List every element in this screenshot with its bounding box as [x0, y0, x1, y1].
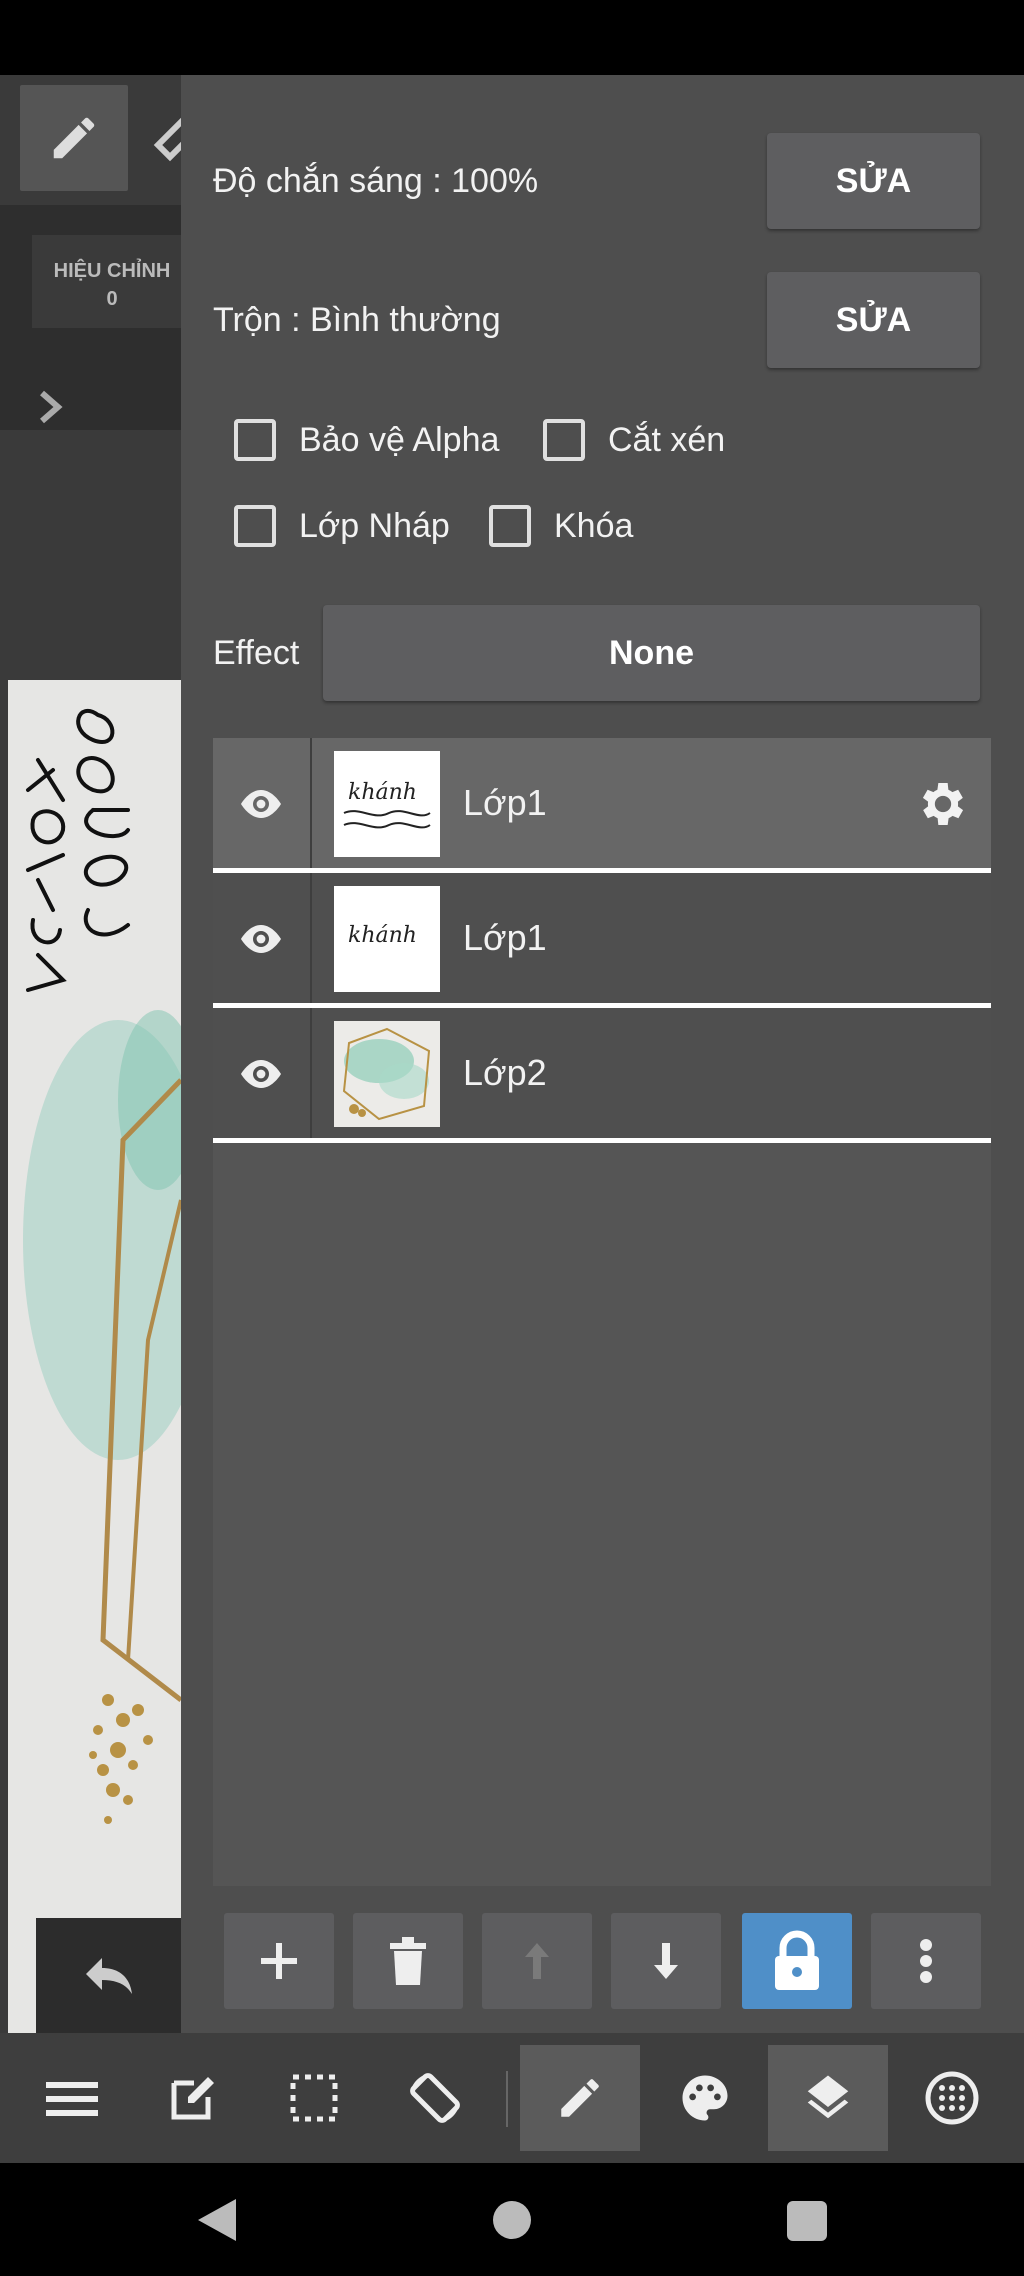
layer-name: Lớp1 [463, 917, 547, 958]
layer-thumbnail: khánh [334, 751, 440, 857]
rotate-icon [410, 2073, 460, 2123]
move-layer-up-button[interactable] [482, 1913, 592, 2009]
arrow-up-icon [525, 1943, 549, 1979]
lock-icon [775, 1930, 819, 1990]
material-icon [925, 2071, 979, 2125]
pen-button[interactable] [520, 2045, 640, 2151]
layer-separator [310, 738, 312, 870]
adjust-label: HIỆU CHỈNH [53, 260, 171, 282]
layers-icon [807, 2075, 849, 2119]
alpha-protect-label: Bảo vệ Alpha [299, 421, 500, 459]
chevron-right-icon[interactable] [36, 387, 64, 437]
color-palette-button[interactable] [645, 2033, 765, 2163]
rotate-canvas-button[interactable] [375, 2033, 495, 2163]
lock-checkbox[interactable] [489, 505, 531, 547]
clipping-label: Cắt xén [608, 421, 726, 459]
bottom-toolbar [0, 2033, 1024, 2163]
opacity-label: Độ chắn sáng : 100% [213, 162, 539, 200]
add-icon [261, 1943, 297, 1979]
toolbar-divider [506, 2071, 508, 2127]
edit-icon [171, 2077, 214, 2120]
pencil-icon [53, 117, 95, 159]
layer-row[interactable]: khánh Lớp1 [213, 873, 991, 1005]
home-icon[interactable] [492, 2200, 532, 2240]
layer-separator [310, 1008, 312, 1140]
arrow-down-icon [654, 1943, 678, 1979]
layer-thumbnail: khánh [334, 886, 440, 992]
alpha-protect-checkbox[interactable] [234, 419, 276, 461]
trash-icon [390, 1937, 426, 1985]
layer-name: Lớp1 [463, 782, 547, 823]
more-vertical-icon [920, 1939, 932, 1983]
clipping-checkbox[interactable] [543, 419, 585, 461]
opacity-edit-button[interactable]: SỬA [767, 133, 980, 229]
adjust-value: 0 [106, 288, 118, 310]
draft-layer-label: Lớp Nháp [299, 507, 450, 545]
undo-button[interactable] [36, 1918, 181, 2033]
add-layer-button[interactable] [224, 1913, 334, 2009]
delete-layer-button[interactable] [353, 1913, 463, 2009]
gear-icon[interactable] [915, 776, 971, 832]
effect-button[interactable]: None [323, 605, 980, 701]
move-layer-down-button[interactable] [611, 1913, 721, 2009]
layer-thumbnail [334, 1021, 440, 1127]
recents-icon[interactable] [786, 2200, 828, 2242]
lock-label: Khóa [554, 507, 634, 545]
more-options-button[interactable] [871, 1913, 981, 2009]
effect-label: Effect [213, 634, 300, 672]
edit-button[interactable] [133, 2033, 253, 2163]
blend-label: Trộn : Bình thường [213, 301, 501, 339]
draft-layer-checkbox[interactable] [234, 505, 276, 547]
artwork-image [8, 680, 181, 2040]
blend-edit-button[interactable]: SỬA [767, 272, 980, 368]
material-button[interactable] [892, 2033, 1012, 2163]
layers-button[interactable] [768, 2045, 888, 2151]
eye-icon[interactable] [237, 782, 285, 826]
status-bar [0, 0, 1024, 75]
layer-name: Lớp2 [463, 1052, 547, 1093]
eye-icon[interactable] [237, 1052, 285, 1096]
canvas-preview[interactable] [8, 680, 181, 2040]
selection-button[interactable] [254, 2033, 374, 2163]
eye-icon[interactable] [237, 917, 285, 961]
system-nav-bar [0, 2163, 1024, 2276]
svg-text:khánh: khánh [348, 780, 417, 805]
palette-icon [682, 2075, 728, 2121]
menu-button[interactable] [12, 2033, 132, 2163]
menu-icon [46, 2082, 98, 2116]
eraser-icon[interactable] [150, 105, 181, 165]
lock-layer-button[interactable] [742, 1913, 852, 2009]
undo-icon [85, 1957, 132, 1994]
layer-row[interactable]: khánh Lớp1 [213, 738, 991, 870]
layer-row[interactable]: Lớp2 [213, 1008, 991, 1140]
adjust-button[interactable]: HIỆU CHỈNH 0 [32, 235, 181, 328]
layer-separator [310, 873, 312, 1005]
selection-icon [290, 2074, 338, 2122]
svg-text:khánh: khánh [348, 923, 417, 948]
layer-divider [213, 1138, 991, 1143]
back-icon[interactable] [196, 2197, 238, 2243]
pen-icon [561, 2079, 599, 2117]
pen-tool-button[interactable] [20, 85, 128, 191]
